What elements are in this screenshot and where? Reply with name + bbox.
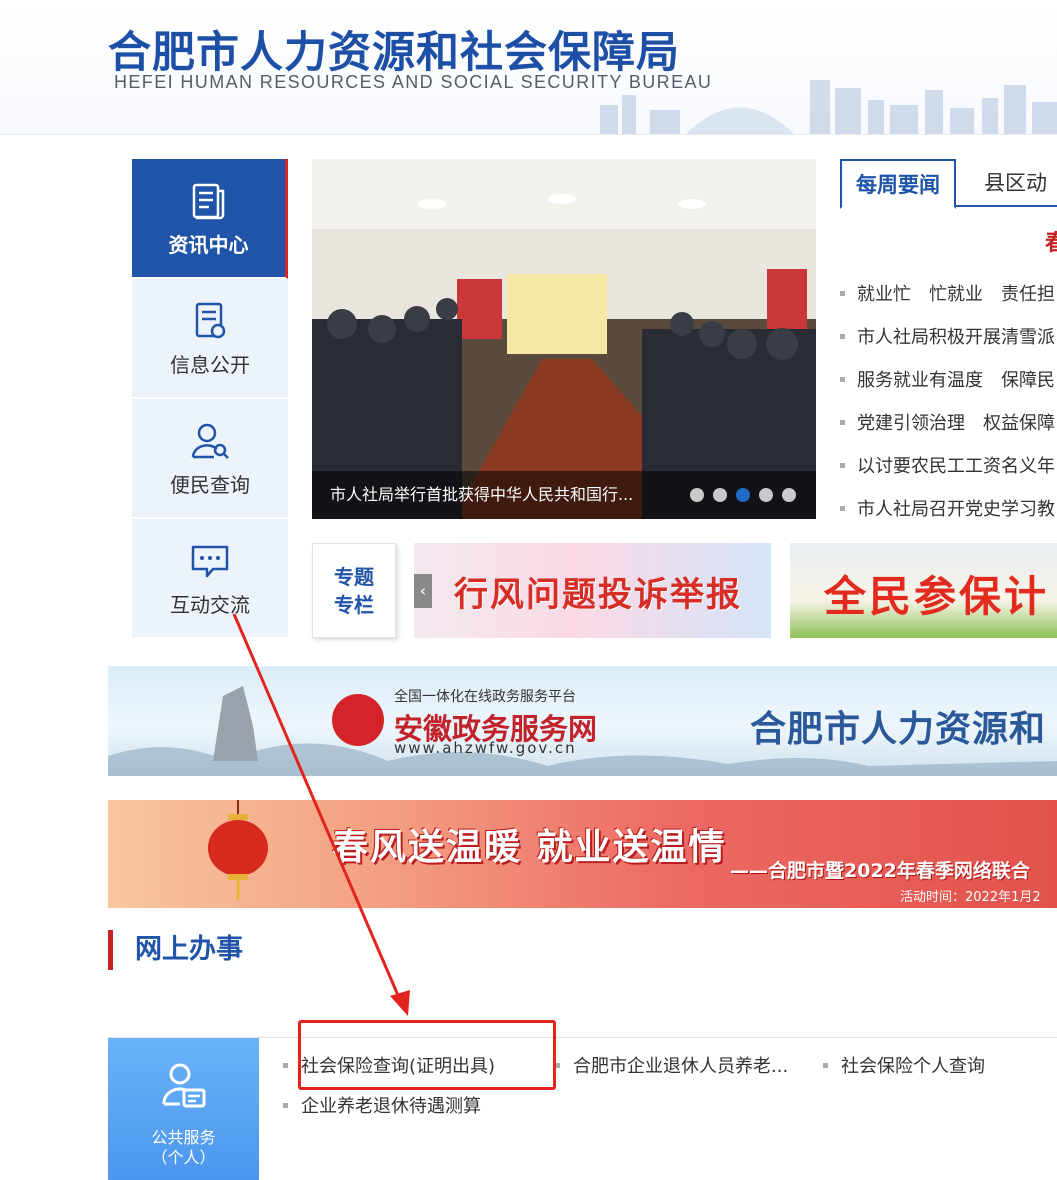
anhui-gov-service-banner[interactable]: 全国一体化在线政务服务平台 安徽政务服务网 www.ahzwfw.gov.cn … (108, 666, 1057, 776)
nav-item-news-center[interactable]: 资讯中心 (132, 159, 288, 279)
carousel-photo (312, 159, 816, 519)
nav-item-label: 资讯中心 (168, 232, 249, 257)
news-list: 就业忙 忙就业 责任担 市人社局积极开展清雪派 服务就业有温度 保障民 党建引领… (840, 273, 1057, 529)
service-link-personal-insurance-query[interactable]: 社会保险个人查询 (823, 1052, 985, 1078)
bullet-icon (283, 1102, 288, 1108)
nav-item-info-disclosure[interactable]: 信息公开 (132, 279, 288, 399)
carousel-dot[interactable] (713, 488, 727, 502)
nav-item-convenience-query[interactable]: 便民查询 (132, 399, 288, 519)
news-icon (192, 183, 224, 219)
user-card-icon (161, 1063, 205, 1108)
left-nav: 资讯中心 信息公开 便民查询 互动交流 (132, 159, 288, 639)
complaint-report-banner[interactable]: 行风问题投诉举报 (414, 543, 771, 638)
service-link-pension-calculator[interactable]: 企业养老退休待遇测算 (283, 1092, 481, 1118)
chevron-left-icon[interactable]: ‹ (414, 574, 432, 608)
gov-banner-small-text: 全国一体化在线政务服务平台 (394, 689, 576, 705)
lantern-icon (208, 800, 268, 900)
spring-banner-sub-text: ——合肥市暨2022年春季网络联合 (730, 860, 1030, 882)
service-link-text: 合肥市企业退休人员养老... (573, 1056, 789, 1077)
special-label-line1: 专题 (334, 564, 374, 589)
anhui-gov-logo-icon (332, 694, 384, 746)
bullet-icon (840, 419, 845, 425)
news-item-text: 市人社局积极开展清雪派 (857, 327, 1055, 348)
news-item-text: 就业忙 忙就业 责任担 (857, 284, 1055, 305)
spring-banner-main-text: 春风送温暖 就业送温情 (332, 827, 727, 868)
news-list-item[interactable]: 就业忙 忙就业 责任担 (840, 273, 1057, 316)
news-list-item[interactable]: 市人社局召开党史学习教 (840, 488, 1057, 529)
news-item-text: 服务就业有温度 保障民 (857, 370, 1055, 391)
insurance-banner-text: 全民参保计 (824, 572, 1050, 621)
gov-banner-url: www.ahzwfw.gov.cn (394, 739, 577, 757)
spring-banner-time-text: 活动时间：2022年1月2 (900, 890, 1041, 905)
news-list-item[interactable]: 市人社局积极开展清雪派 (840, 316, 1057, 359)
skyline-illustration (600, 80, 1057, 134)
bullet-icon (823, 1062, 828, 1068)
news-item-text: 以讨要农民工工资名义年 (857, 456, 1055, 477)
gov-banner-right-text: 合肥市人力资源和 (750, 709, 1047, 750)
special-column-label[interactable]: 专题 专栏 (312, 543, 396, 638)
highlight-box (298, 1020, 556, 1090)
insurance-plan-banner[interactable]: 全民参保计 (790, 543, 1057, 638)
carousel-dot[interactable] (759, 488, 773, 502)
news-list-item[interactable]: 党建引领治理 权益保障 (840, 402, 1057, 445)
carousel-dot[interactable] (782, 488, 796, 502)
tab-weekly-news[interactable]: 每周要闻 (840, 159, 956, 209)
carousel-caption-text: 市人社局举行首批获得中华人民共和国行... (330, 485, 634, 504)
complaint-banner-text: 行风问题投诉举报 (454, 575, 742, 615)
page-root: 合肥市人力资源和社会保障局 HEFEI HUMAN RESOURCES AND … (0, 0, 1057, 1180)
nav-item-label: 便民查询 (170, 472, 250, 497)
bullet-icon (840, 333, 845, 339)
document-icon (195, 302, 226, 338)
news-item-text: 市人社局召开党史学习教 (857, 499, 1055, 520)
tab-county-news[interactable]: 县区动 (970, 159, 1057, 207)
bullet-icon (840, 462, 845, 468)
service-link-retiree-pension[interactable]: 合肥市企业退休人员养老... (555, 1052, 788, 1078)
news-list-item[interactable]: 以讨要农民工工资名义年 (840, 445, 1057, 488)
bullet-icon (840, 376, 845, 382)
chat-icon (191, 545, 229, 577)
nav-item-label: 互动交流 (170, 592, 250, 617)
online-services-title: 网上办事 (108, 930, 243, 970)
service-card-line2: （个人） (151, 1148, 216, 1167)
spring-employment-banner[interactable]: 春风送温暖 就业送温情 ——合肥市暨2022年春季网络联合 活动时间：2022年… (108, 800, 1057, 908)
user-search-icon (191, 423, 229, 459)
public-service-personal-card[interactable]: 公共服务 （个人） (108, 1038, 259, 1180)
news-headline[interactable]: 春 (1045, 225, 1057, 257)
bullet-icon (283, 1062, 288, 1068)
news-tabs: 每周要闻 县区动 (840, 159, 1057, 209)
nav-item-interaction[interactable]: 互动交流 (132, 519, 288, 639)
carousel-dots (690, 488, 796, 502)
bullet-icon (840, 290, 845, 296)
news-list-item[interactable]: 服务就业有温度 保障民 (840, 359, 1057, 402)
service-card-line1: 公共服务 (151, 1128, 216, 1147)
carousel-dot[interactable] (690, 488, 704, 502)
news-panel: 每周要闻 县区动 春 就业忙 忙就业 责任担 市人社局积极开展清雪派 服务就业有… (840, 159, 1057, 529)
nav-item-label: 信息公开 (170, 352, 250, 377)
bullet-icon (840, 505, 845, 511)
special-label-line2: 专栏 (334, 592, 374, 617)
carousel-dot-active[interactable] (736, 488, 750, 502)
news-item-text: 党建引领治理 权益保障 (857, 413, 1055, 434)
news-carousel[interactable]: 市人社局举行首批获得中华人民共和国行... (312, 159, 816, 519)
service-link-text: 企业养老退休待遇测算 (301, 1096, 481, 1117)
service-link-text: 社会保险个人查询 (841, 1056, 985, 1077)
site-header: 合肥市人力资源和社会保障局 HEFEI HUMAN RESOURCES AND … (0, 0, 1057, 135)
